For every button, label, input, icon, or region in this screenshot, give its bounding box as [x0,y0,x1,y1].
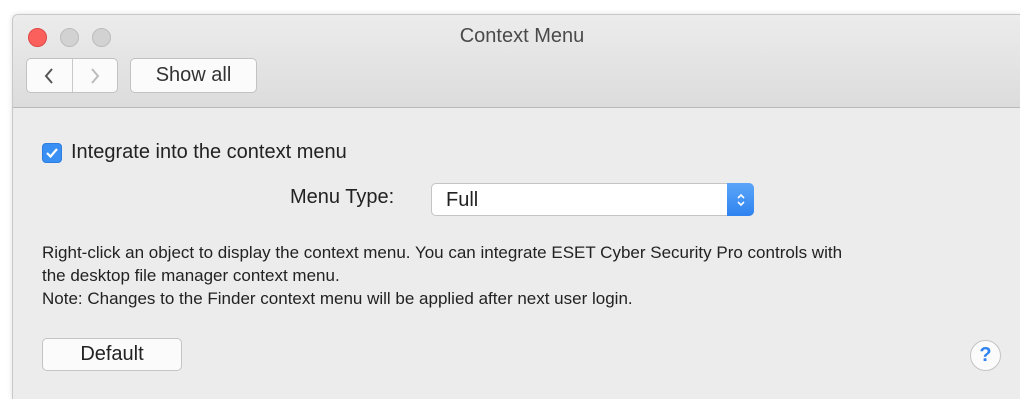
chevron-right-icon [90,67,100,84]
default-button[interactable]: Default [42,338,182,371]
note-line: Note: Changes to the Finder context menu… [42,289,633,308]
integrate-option: Integrate into the context menu [42,141,347,164]
description-line: Right-click an object to display the con… [42,243,843,262]
description-text: Right-click an object to display the con… [42,241,842,310]
navigation-group [26,58,118,93]
titlebar: Context Menu Show all [13,15,1020,108]
forward-button[interactable] [71,59,118,92]
back-button[interactable] [27,59,72,92]
help-button[interactable]: ? [970,340,1001,371]
menu-type-label: Menu Type: [290,186,395,208]
up-down-arrows-icon [736,193,745,206]
select-arrows [727,183,754,216]
integrate-checkbox[interactable] [42,142,62,163]
integrate-label: Integrate into the context menu [71,141,347,163]
chevron-left-icon [44,67,54,84]
question-mark-icon: ? [979,344,992,366]
checkmark-icon [46,147,58,158]
menu-type-value: Full [446,189,479,211]
menu-type-select[interactable]: Full [431,183,754,216]
preferences-window: Context Menu Show all Integrate into the… [12,14,1020,399]
description-line: the desktop file manager context menu. [42,266,340,285]
window-title: Context Menu [459,25,585,47]
show-all-button[interactable]: Show all [130,58,257,93]
